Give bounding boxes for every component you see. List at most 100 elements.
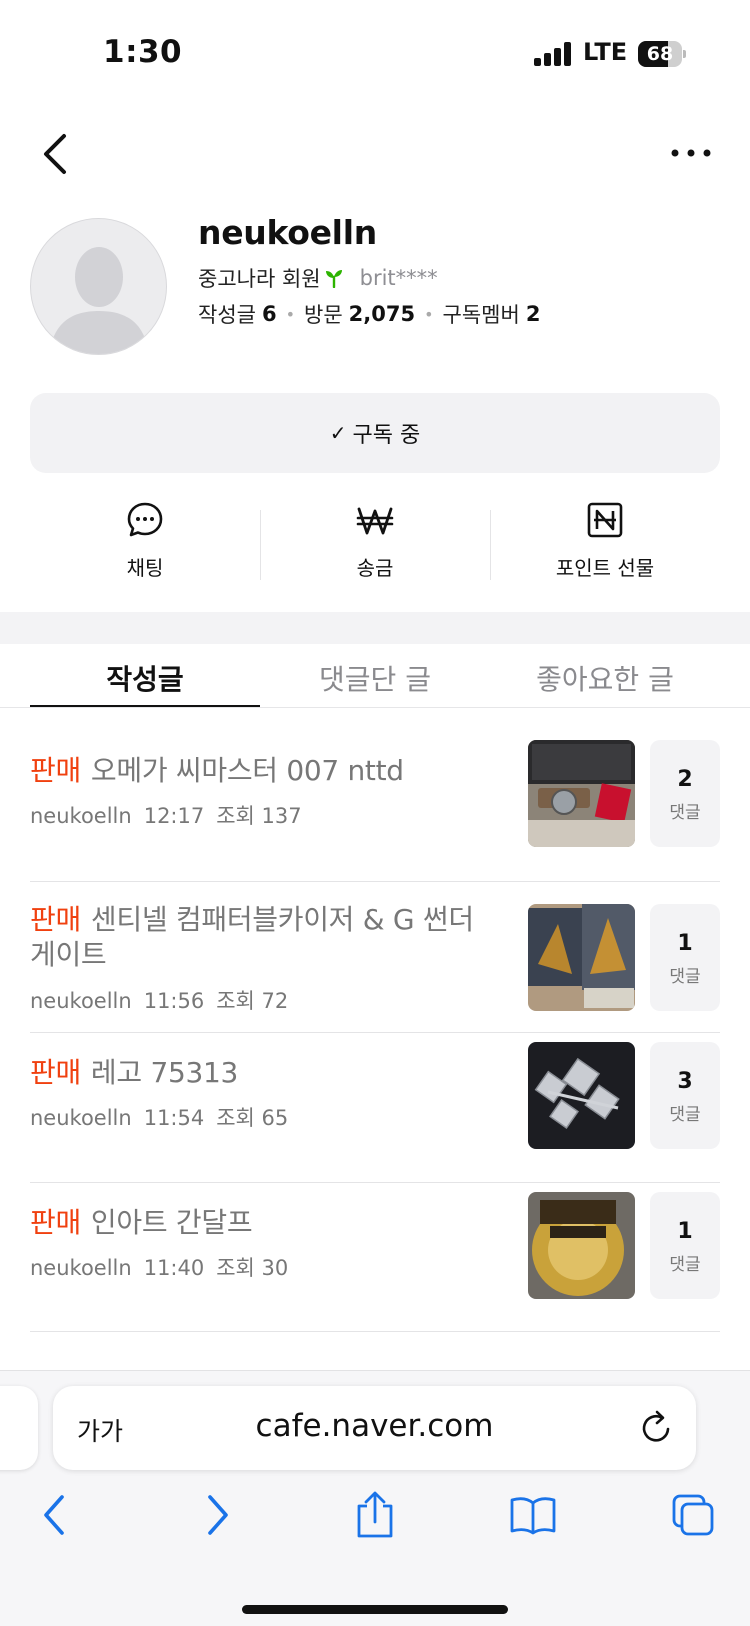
comment-count-badge[interactable]: 3 댓글 [650,1042,720,1149]
subscribe-label: 구독 중 [352,423,421,448]
status-time: 1:30 [103,34,183,70]
status-bar: 1:30 LTE 68 [0,0,750,110]
stat-posts-label: 작성글 [198,303,256,327]
battery-level: 68 [646,43,674,65]
content-tabs: 작성글 댓글단 글 좋아요한 글 [30,644,720,708]
remit-action-button[interactable]: 송금 [260,500,490,590]
tab-liked-posts[interactable]: 좋아요한 글 [490,644,720,708]
post-author: neukoelln [30,1106,132,1130]
share-icon [357,1491,393,1538]
signal-icon [534,42,572,66]
membership-line: 중고나라 회원 brit**** [198,263,438,293]
action-divider [260,510,261,580]
post-thumbnail[interactable] [528,740,635,847]
comment-count: 2 [677,767,693,792]
post-views: 조회 137 [216,804,302,828]
comment-count: 1 [677,1219,693,1244]
post-meta: neukoelln 12:17 조회 137 [30,800,314,830]
membership-level: 중고나라 회원 [198,267,321,291]
avatar[interactable] [30,218,167,355]
comment-label: 댓글 [669,803,701,823]
sprout-icon [325,270,342,288]
point-gift-action-button[interactable]: 포인트 선물 [490,500,720,590]
post-title[interactable]: 판매 레고 75313 [30,1055,490,1090]
section-divider [0,612,750,644]
post-thumbnail[interactable] [528,904,635,1011]
comment-label: 댓글 [669,1255,701,1275]
post-thumbnail[interactable] [528,1192,635,1299]
stat-posts-value: 6 [261,302,277,326]
back-button[interactable] [36,130,76,178]
tabs-icon [672,1494,714,1536]
sale-tag: 판매 [30,1206,81,1239]
comment-label: 댓글 [669,1105,701,1125]
subscribe-button[interactable]: ✓ 구독 중 [30,393,720,473]
profile-name: neukoelln [198,213,377,252]
comment-count: 3 [677,1069,693,1094]
post-title[interactable]: 판매 인아트 간달프 [30,1205,490,1240]
default-avatar-icon [49,247,149,354]
comment-count: 1 [677,931,693,956]
browser-toolbar [0,1490,750,1550]
chat-bubble-icon [125,500,165,540]
profile-stats: 작성글 6 • 방문 2,075 • 구독멤버 2 [198,299,540,329]
post-time: 11:54 [143,1106,205,1130]
post-title-text: 인아트 간달프 [90,1206,253,1239]
reload-icon[interactable] [637,1408,677,1448]
tab-commented-posts[interactable]: 댓글단 글 [260,644,490,708]
stat-visits-label: 방문 [304,303,343,327]
browser-back-button[interactable] [30,1490,80,1540]
share-button[interactable] [350,1490,400,1540]
won-icon [355,500,395,540]
more-dots-icon [671,149,711,157]
stat-subscribers-label: 구독멤버 [442,303,520,327]
comment-count-badge[interactable]: 2 댓글 [650,740,720,847]
post-title-text: 센티넬 컴패터블카이저 & G 썬더 게이트 [30,903,474,971]
comment-count-badge[interactable]: 1 댓글 [650,1192,720,1299]
point-gift-label: 포인트 선물 [555,556,655,580]
url-text: cafe.naver.com [255,1408,494,1444]
post-views: 조회 30 [216,1256,289,1280]
post-title[interactable]: 판매 센티넬 컴패터블카이저 & G 썬더 게이트 [30,902,490,972]
home-indicator [242,1605,508,1614]
action-divider [490,510,491,580]
tabs-button[interactable] [668,1490,718,1540]
tab-posts[interactable]: 작성글 [30,644,260,708]
remit-label: 송금 [356,556,394,580]
post-thumbnail[interactable] [528,1042,635,1149]
stat-visits-value: 2,075 [348,302,416,326]
previous-tab-card[interactable] [0,1386,38,1470]
chevron-left-icon [44,134,66,174]
post-meta: neukoelln 11:54 조회 65 [30,1102,300,1132]
post-views: 조회 65 [216,1106,289,1130]
book-icon [510,1497,556,1535]
post-title-text: 오메가 씨마스터 007 nttd [90,754,404,787]
post-author: neukoelln [30,1256,132,1280]
profile-actions: 채팅 송금 포인트 선물 [30,500,720,590]
comment-count-badge[interactable]: 1 댓글 [650,904,720,1011]
chat-label: 채팅 [126,556,164,580]
sale-tag: 판매 [30,1056,81,1089]
chat-action-button[interactable]: 채팅 [30,500,260,590]
naver-point-icon [585,500,625,540]
post-title-text: 레고 75313 [90,1056,239,1089]
comment-label: 댓글 [669,967,701,987]
post-time: 11:40 [143,1256,205,1280]
browser-forward-button[interactable] [192,1490,242,1540]
stat-subscribers-value: 2 [525,302,541,326]
chevron-right-icon [208,1495,228,1535]
address-bar[interactable]: 가가 cafe.naver.com [53,1386,696,1470]
post-time: 12:17 [143,804,205,828]
post-title[interactable]: 판매 오메가 씨마스터 007 nttd [30,753,490,788]
network-type: LTE [583,38,628,66]
user-id: brit**** [359,266,438,290]
bookmarks-button[interactable] [508,1490,558,1540]
post-views: 조회 72 [216,989,289,1013]
post-meta: neukoelln 11:56 조회 72 [30,985,300,1015]
post-author: neukoelln [30,989,132,1013]
post-time: 11:56 [143,989,205,1013]
sale-tag: 판매 [30,754,81,787]
more-button[interactable] [668,138,718,168]
battery-icon: 68 [638,41,686,67]
post-meta: neukoelln 11:40 조회 30 [30,1252,300,1282]
